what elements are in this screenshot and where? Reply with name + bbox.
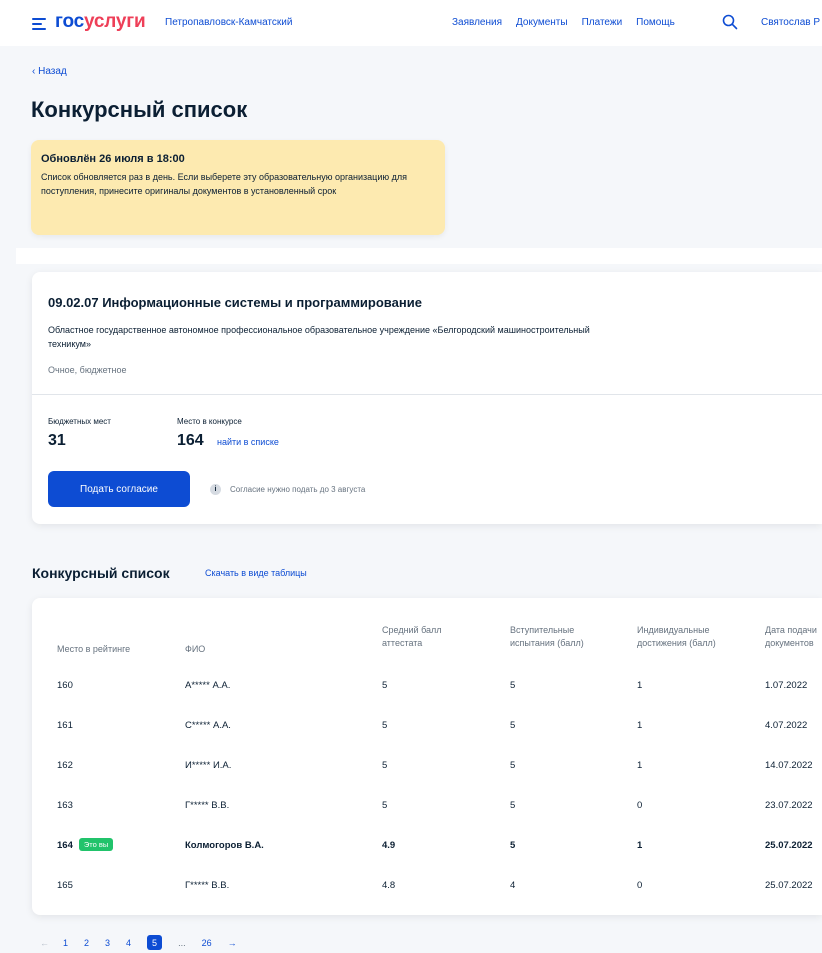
budget-places-label: Бюджетных мест <box>48 417 111 426</box>
consent-deadline-hint: Согласие нужно подать до 3 августа <box>230 485 366 494</box>
rank-label: Место в конкурсе <box>177 417 242 426</box>
menu-icon[interactable] <box>32 18 46 30</box>
cell-place: 163 <box>57 800 73 811</box>
cell-achievements: 0 <box>637 800 643 811</box>
cell-gpa: 5 <box>382 760 388 771</box>
card-divider <box>32 394 822 395</box>
region-selector[interactable]: Петропавловск-Камчатский <box>165 17 292 28</box>
study-form: Очное, бюджетное <box>48 365 127 375</box>
cell-exam: 5 <box>510 680 516 691</box>
next-page-arrow[interactable]: → <box>228 938 237 948</box>
gosuslugi-logo[interactable]: госуслуги <box>55 11 146 33</box>
cell-achievements: 1 <box>637 720 643 731</box>
notice-text: Список обновляется раз в день. Если выбе… <box>41 172 407 196</box>
column-header-place: Место в рейтинге <box>57 644 131 654</box>
cell-place: 164 Это вы <box>57 826 114 866</box>
rank-value: 164 <box>177 432 204 449</box>
pagination: ← 1 2 3 4 5 ... 26 → <box>40 935 237 950</box>
cell-name: С***** А.А. <box>185 720 231 731</box>
program-card: 09.02.07 Информационные системы и програ… <box>32 272 822 524</box>
page-link[interactable]: 2 <box>84 938 89 948</box>
cell-date: 25.07.2022 <box>765 840 813 851</box>
cell-date: 25.07.2022 <box>765 880 813 891</box>
table-row: 164 Это вы Колмогоров В.А. 4.9 5 1 25.07.2022 <box>32 826 822 866</box>
download-table-link[interactable]: Скачать в виде таблицы <box>205 568 307 578</box>
ranking-table: Место в рейтинге ФИО Средний балл аттест… <box>32 598 822 915</box>
cell-date: 14.07.2022 <box>765 760 813 771</box>
cell-name: А***** А.А. <box>185 680 231 691</box>
pagination-ellipsis: ... <box>178 937 186 948</box>
cell-place: 162 <box>57 760 73 771</box>
cell-place: 165 <box>57 880 73 891</box>
cell-place: 161 <box>57 720 73 731</box>
you-badge: Это вы <box>78 837 114 851</box>
cell-exam: 5 <box>510 840 516 851</box>
column-header-gpa: Средний балл аттестата <box>382 625 442 648</box>
cell-gpa: 4.9 <box>382 840 396 851</box>
budget-places-value: 31 <box>48 432 66 449</box>
submit-consent-button[interactable]: Подать согласие <box>48 471 190 507</box>
cell-exam: 5 <box>510 720 516 731</box>
cell-exam: 5 <box>510 800 516 811</box>
cell-name: И***** И.А. <box>185 760 232 771</box>
prev-page-arrow[interactable]: ← <box>40 938 49 948</box>
cell-date: 23.07.2022 <box>765 800 813 811</box>
cell-name: Г***** В.В. <box>185 880 230 891</box>
cell-date: 1.07.2022 <box>765 680 808 691</box>
cell-achievements: 1 <box>637 840 643 851</box>
nav-item-payments[interactable]: Платежи <box>582 17 623 28</box>
cell-achievements: 1 <box>637 760 643 771</box>
column-header-name: ФИО <box>185 644 206 654</box>
table-row: 161 С***** А.А. 5 5 1 4.07.2022 <box>32 706 822 746</box>
table-row: 165 Г***** В.В. 4.8 4 0 25.07.2022 <box>32 866 822 906</box>
nav-item-applications[interactable]: Заявления <box>452 17 502 28</box>
cell-name: Колмогоров В.А. <box>185 840 264 851</box>
cell-gpa: 5 <box>382 680 388 691</box>
cell-gpa: 5 <box>382 800 388 811</box>
find-in-list-link[interactable]: найти в списке <box>217 437 279 447</box>
cell-exam: 5 <box>510 760 516 771</box>
page-title: Конкурсный список <box>31 97 248 122</box>
main-nav: Заявления Документы Платежи Помощь <box>452 17 675 28</box>
page-link[interactable]: 3 <box>105 938 110 948</box>
section-divider <box>16 248 822 264</box>
top-header: госуслуги Петропавловск-Камчатский Заявл… <box>0 0 822 46</box>
nav-item-help[interactable]: Помощь <box>636 17 675 28</box>
update-notice: Обновлён 26 июля в 18:00 Список обновляе… <box>31 140 445 235</box>
cell-gpa: 4.8 <box>382 880 396 891</box>
cell-gpa: 5 <box>382 720 388 731</box>
current-page[interactable]: 5 <box>147 935 163 950</box>
page-link-last[interactable]: 26 <box>202 938 212 948</box>
cell-place: 160 <box>57 680 73 691</box>
cell-name: Г***** В.В. <box>185 800 230 811</box>
cell-exam: 4 <box>510 880 516 891</box>
user-profile-link[interactable]: Святослав Р <box>761 17 820 28</box>
page-link[interactable]: 1 <box>63 938 68 948</box>
cell-achievements: 1 <box>637 680 643 691</box>
table-row: 163 Г***** В.В. 5 5 0 23.07.2022 <box>32 786 822 826</box>
search-icon[interactable] <box>722 14 738 30</box>
column-header-achievements: Индивидуальные достижения (балл) <box>637 625 716 648</box>
program-title: 09.02.07 Информационные системы и програ… <box>48 295 422 310</box>
organization-name: Областное государственное автономное про… <box>48 325 590 349</box>
page-link[interactable]: 4 <box>126 938 131 948</box>
cell-date: 4.07.2022 <box>765 720 808 731</box>
table-row: 160 А***** А.А. 5 5 1 1.07.2022 <box>32 666 822 706</box>
column-header-exam: Вступительные испытания (балл) <box>510 625 584 648</box>
nav-item-documents[interactable]: Документы <box>516 17 568 28</box>
notice-heading: Обновлён 26 июля в 18:00 <box>41 153 185 165</box>
column-header-date: Дата подачи документов <box>765 625 817 648</box>
list-title: Конкурсный список <box>32 565 170 581</box>
cell-achievements: 0 <box>637 880 643 891</box>
table-row: 162 И***** И.А. 5 5 1 14.07.2022 <box>32 746 822 786</box>
info-icon: i <box>210 484 221 495</box>
back-link[interactable]: ‹ Назад <box>32 66 67 77</box>
